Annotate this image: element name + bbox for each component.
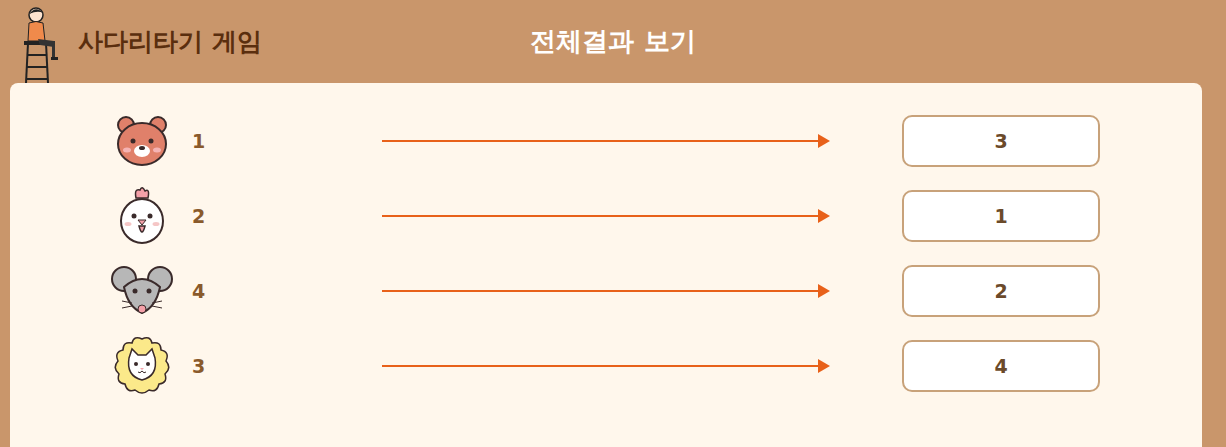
player-label: 2 xyxy=(174,205,382,227)
arrow-icon xyxy=(382,208,830,224)
chicken-icon xyxy=(114,186,170,246)
cat-icon xyxy=(112,336,172,396)
header: 사다리타기 게임 전체결과 보기 xyxy=(0,0,1226,83)
result-row: 1 3 xyxy=(110,115,1202,167)
player-label: 4 xyxy=(174,280,382,302)
arrow-icon xyxy=(382,283,830,299)
result-text: 4 xyxy=(994,355,1007,377)
mouse-icon xyxy=(110,263,174,319)
result-row: 4 2 xyxy=(110,265,1202,317)
logo-text: 사다리타기 게임 xyxy=(78,25,262,58)
results-panel: 1 3 2 1 4 2 3 4 xyxy=(10,83,1202,447)
result-row: 3 4 xyxy=(110,340,1202,392)
result-text: 2 xyxy=(994,280,1007,302)
result-box: 3 xyxy=(902,115,1100,167)
player-label: 1 xyxy=(174,130,382,152)
result-box: 1 xyxy=(902,190,1100,242)
result-row: 2 1 xyxy=(110,190,1202,242)
person-on-ladder-icon xyxy=(20,3,60,83)
result-text: 3 xyxy=(994,130,1007,152)
arrow-icon xyxy=(382,133,830,149)
ladder-game-page: 사다리타기 게임 전체결과 보기 1 3 2 1 4 2 3 4 xyxy=(0,0,1226,447)
player-label: 3 xyxy=(174,355,382,377)
result-box: 4 xyxy=(902,340,1100,392)
logo[interactable]: 사다리타기 게임 xyxy=(0,0,530,83)
arrow-icon xyxy=(382,358,830,374)
page-title: 전체결과 보기 xyxy=(530,24,695,59)
result-text: 1 xyxy=(994,205,1007,227)
result-box: 2 xyxy=(902,265,1100,317)
bear-icon xyxy=(114,113,170,169)
